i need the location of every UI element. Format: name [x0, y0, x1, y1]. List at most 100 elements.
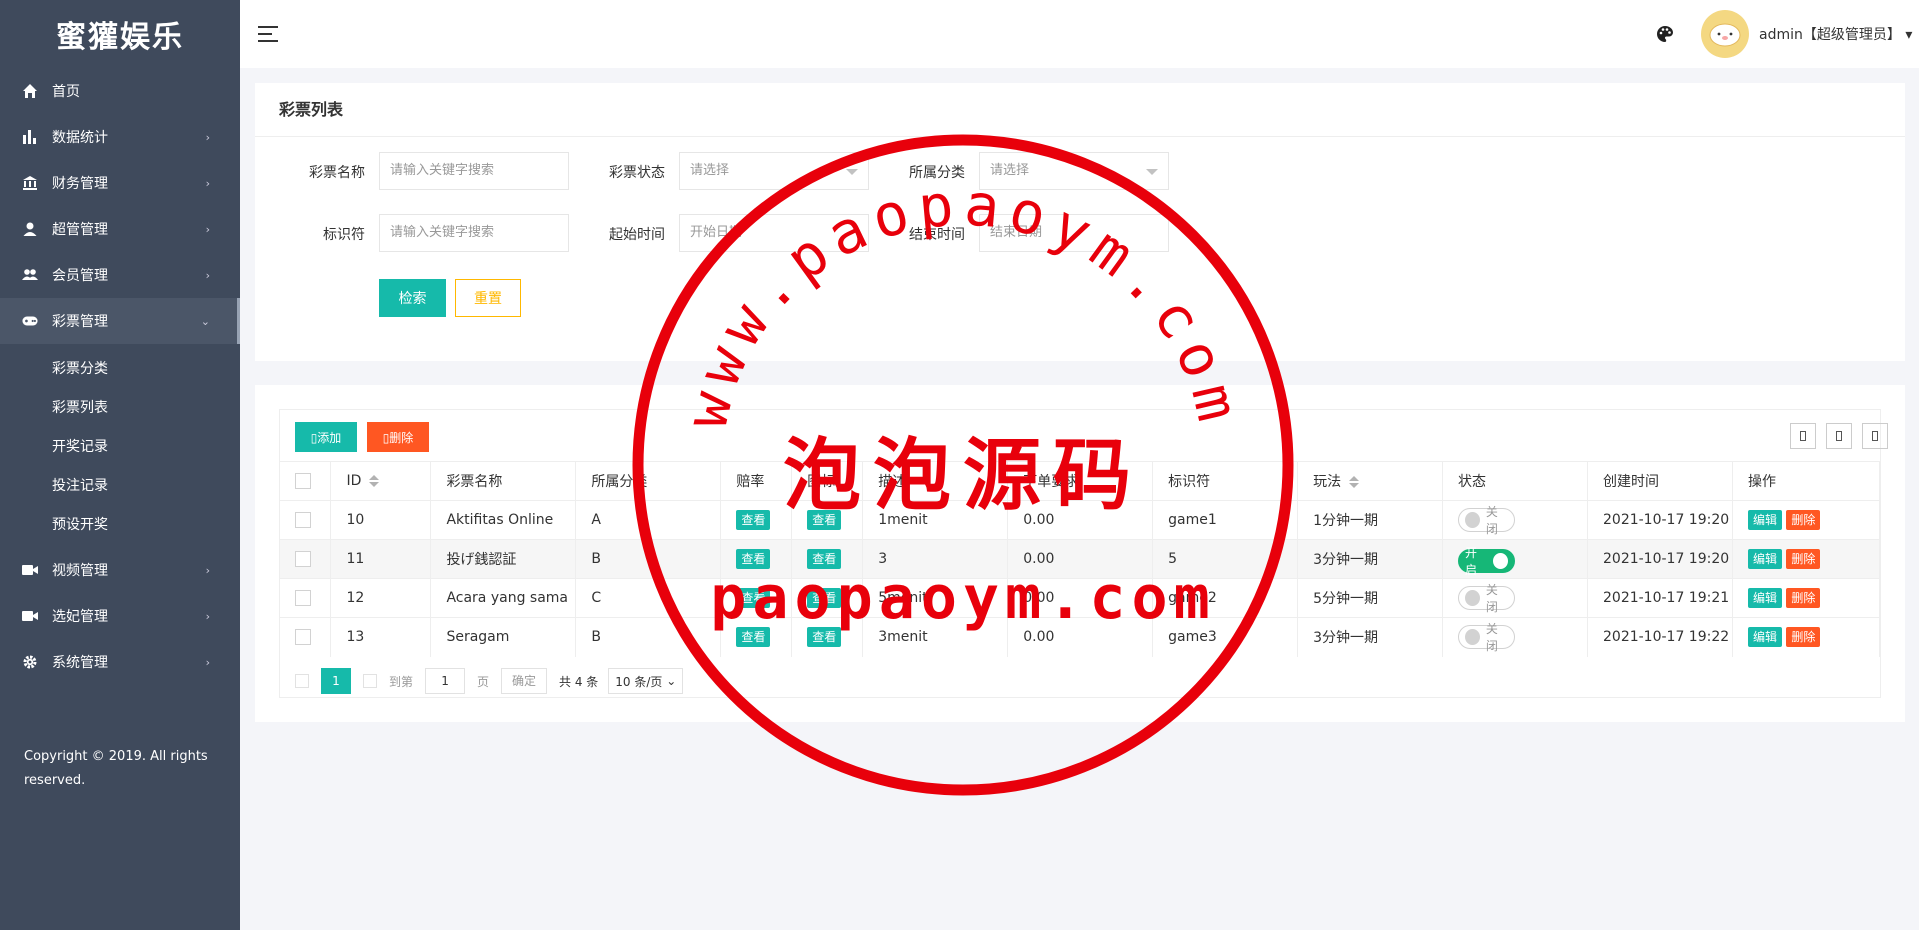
delete-button[interactable]: 删除: [1786, 549, 1821, 569]
sidebar-item-home[interactable]: 首页: [0, 68, 240, 114]
cell-status: 关闭: [1442, 578, 1588, 618]
row-select-cell: [280, 617, 332, 657]
add-button[interactable]: ▯添加: [295, 422, 357, 452]
delete-button[interactable]: 删除: [1786, 510, 1821, 530]
menu-toggle-icon[interactable]: [258, 26, 278, 42]
sidebar-item-video[interactable]: 视频管理 ›: [0, 547, 240, 593]
column-header-label: 玩法: [1313, 474, 1342, 490]
chevron-right-icon: ›: [205, 268, 210, 282]
goto-page-input[interactable]: 1: [425, 668, 466, 694]
next-page-button[interactable]: [363, 674, 377, 688]
search-panel: 彩票列表 彩票名称 请输入关键字搜索 彩票状态 请选择 所属分类 请选择 标识符…: [255, 83, 1905, 361]
cell-id: 12: [330, 578, 432, 618]
export-icon[interactable]: [1826, 423, 1852, 449]
video-icon: [22, 608, 38, 624]
column-header-id[interactable]: ID: [330, 461, 432, 501]
reset-button[interactable]: 重置: [455, 279, 521, 317]
view-icon-button[interactable]: 查看: [807, 588, 842, 608]
view-odds-button[interactable]: 查看: [736, 510, 771, 530]
toggle-knob: [1493, 553, 1509, 569]
sort-icon[interactable]: [1349, 476, 1360, 488]
sidebar-item-stats[interactable]: 数据统计 ›: [0, 114, 240, 160]
cell-key: 5: [1152, 539, 1299, 579]
sidebar-subitem-bets[interactable]: 投注记录: [0, 465, 240, 504]
batch-delete-button[interactable]: ▯删除: [367, 422, 429, 452]
column-header-created: 创建时间: [1587, 461, 1733, 501]
edit-button[interactable]: 编辑: [1747, 588, 1782, 608]
key-label: 标识符: [323, 227, 365, 243]
sort-icon[interactable]: [369, 475, 380, 487]
sidebar-item-label: 系统管理: [52, 655, 108, 671]
row-checkbox[interactable]: [295, 629, 311, 646]
caret-down-icon: [1146, 169, 1158, 175]
sidebar-item-concubine[interactable]: 选妃管理 ›: [0, 593, 240, 639]
view-odds-button[interactable]: 查看: [736, 549, 771, 569]
column-header-actions: 操作: [1732, 461, 1881, 501]
cell-category: A: [575, 500, 722, 540]
cell-odds: 查看: [720, 539, 793, 579]
gear-icon: [22, 654, 38, 670]
status-select-value: 请选择: [690, 163, 730, 178]
palette-icon[interactable]: [1655, 24, 1675, 44]
delete-button[interactable]: 删除: [1786, 627, 1821, 648]
sidebar-subitem-list[interactable]: 彩票列表: [0, 387, 240, 426]
view-odds-button[interactable]: 查看: [736, 588, 771, 608]
table-panel: ▯添加 ▯删除 ID 彩票名称 所属分类 赔率 图标 描述 下单要求 标识符 玩…: [255, 385, 1905, 722]
sidebar-item-lottery[interactable]: 彩票管理 ⌄: [0, 298, 240, 344]
cell-play: 5分钟一期: [1297, 578, 1444, 618]
cell-desc: 5menit: [862, 578, 1009, 618]
cell-category: B: [575, 539, 722, 579]
end-date-input[interactable]: 结束日期: [979, 214, 1169, 252]
row-checkbox[interactable]: [295, 512, 311, 528]
search-button[interactable]: 检索: [379, 279, 446, 317]
avatar[interactable]: [1701, 10, 1749, 58]
columns-filter-icon[interactable]: [1790, 423, 1816, 449]
user-menu[interactable]: admin【超级管理员】 ▾: [1759, 24, 1912, 44]
row-checkbox[interactable]: [295, 551, 311, 567]
prev-page-button[interactable]: [295, 674, 309, 688]
edit-button[interactable]: 编辑: [1747, 549, 1782, 569]
start-date-input[interactable]: 开始日期: [679, 214, 869, 252]
category-select[interactable]: 请选择: [979, 152, 1169, 190]
row-checkbox[interactable]: [295, 590, 311, 606]
cell-name: 投げ銭認証: [430, 539, 577, 579]
sidebar-subitem-category[interactable]: 彩票分类: [0, 348, 240, 387]
page-size-select[interactable]: 10 条/页 ⌄: [608, 668, 684, 694]
gamepad-icon: [22, 313, 38, 329]
view-odds-button[interactable]: 查看: [736, 627, 771, 648]
cell-key: game2: [1152, 578, 1299, 618]
goto-confirm-button[interactable]: 确定: [501, 668, 548, 694]
status-label: 彩票状态: [609, 165, 665, 181]
column-header-play[interactable]: 玩法: [1297, 461, 1444, 501]
view-icon-button[interactable]: 查看: [807, 627, 842, 648]
cell-id: 11: [330, 539, 432, 579]
chevron-right-icon: ›: [205, 655, 210, 669]
edit-button[interactable]: 编辑: [1747, 627, 1782, 648]
page-size-value: 10 条/页: [615, 674, 663, 689]
cell-play: 3分钟一期: [1297, 539, 1444, 579]
edit-button[interactable]: 编辑: [1747, 510, 1782, 530]
sidebar-item-finance[interactable]: 财务管理 ›: [0, 160, 240, 206]
print-icon[interactable]: [1862, 423, 1888, 449]
view-icon-button[interactable]: 查看: [807, 510, 842, 530]
status-toggle[interactable]: 关闭: [1458, 505, 1516, 536]
sidebar-item-label: 数据统计: [52, 130, 108, 146]
current-page-button[interactable]: 1: [321, 668, 351, 694]
cell-desc: 3menit: [862, 617, 1009, 657]
toggle-label: 开启: [1465, 546, 1478, 577]
status-toggle[interactable]: 关闭: [1458, 622, 1516, 653]
view-icon-button[interactable]: 查看: [807, 549, 842, 569]
name-search-input[interactable]: 请输入关键字搜索: [379, 152, 569, 190]
delete-button[interactable]: 删除: [1786, 588, 1821, 608]
key-search-input[interactable]: 请输入关键字搜索: [379, 214, 569, 252]
sidebar-subitem-preset[interactable]: 预设开奖: [0, 504, 240, 543]
status-toggle[interactable]: 开启: [1458, 546, 1516, 577]
sidebar-item-system[interactable]: 系统管理 ›: [0, 639, 240, 685]
select-all-checkbox[interactable]: [295, 473, 311, 489]
status-toggle[interactable]: 关闭: [1458, 583, 1516, 614]
sidebar-item-members[interactable]: 会员管理 ›: [0, 252, 240, 298]
sidebar-item-admins[interactable]: 超管管理 ›: [0, 206, 240, 252]
sidebar-subitem-draws[interactable]: 开奖记录: [0, 426, 240, 465]
status-select[interactable]: 请选择: [679, 152, 869, 190]
cell-play: 1分钟一期: [1297, 500, 1444, 540]
